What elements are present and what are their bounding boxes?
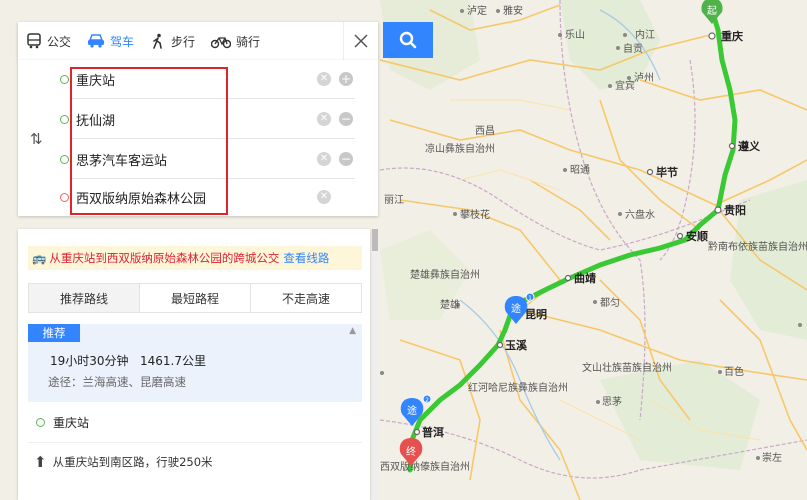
car-icon bbox=[88, 34, 105, 48]
place-label: 文山壮族苗族自治州 bbox=[582, 361, 672, 374]
city-label: 重庆 bbox=[721, 29, 743, 43]
svg-text:途: 途 bbox=[511, 302, 521, 315]
mode-label: 步行 bbox=[171, 34, 196, 49]
place-label: 思茅 bbox=[602, 396, 622, 408]
place-label: 乐山 bbox=[565, 29, 585, 41]
scrollbar-thumb[interactable] bbox=[372, 229, 378, 251]
stop-text[interactable]: 思茅汽车客运站 bbox=[70, 150, 167, 169]
city-label: 曲靖 bbox=[574, 271, 596, 285]
place-label: 雅安 bbox=[503, 4, 523, 17]
city-label: 昆明 bbox=[525, 308, 547, 321]
city-label: 普洱 bbox=[422, 425, 444, 439]
place-label: 西双版纳傣族自治州 bbox=[380, 460, 470, 473]
city-label: 毕节 bbox=[656, 165, 678, 179]
city-label: 遵义 bbox=[738, 139, 761, 153]
mode-car[interactable]: 驾车 bbox=[79, 22, 142, 60]
tab-shortest[interactable]: 最短路程 bbox=[140, 284, 251, 312]
remove-stop-icon[interactable]: − bbox=[339, 112, 353, 126]
route-result-panel: 🚌 从重庆站到西双版纳原始森林公园的跨城公交 查看线路 推荐路线 最短路程 不走… bbox=[18, 229, 370, 500]
place-label: 昭通 bbox=[570, 164, 590, 176]
recommended-badge: 推荐 bbox=[28, 324, 80, 342]
end-dot-icon bbox=[60, 192, 69, 202]
swap-icon[interactable]: ⇅ bbox=[30, 130, 43, 148]
svg-text:终: 终 bbox=[406, 445, 416, 458]
place-label: 百色 bbox=[724, 365, 744, 378]
place-label: 攀枝花 bbox=[460, 208, 490, 221]
tab-recommended[interactable]: 推荐路线 bbox=[29, 284, 140, 312]
add-stop-icon[interactable]: + bbox=[339, 72, 353, 86]
route-options-tabs: 推荐路线 最短路程 不走高速 bbox=[28, 283, 362, 313]
place-label: 自贡 bbox=[623, 42, 643, 55]
remove-stop-icon[interactable]: − bbox=[339, 152, 353, 166]
start-dot-icon bbox=[36, 417, 45, 427]
stop-text[interactable]: 抚仙湖 bbox=[70, 110, 115, 129]
stop-input-start[interactable]: 重庆站 ✕ + bbox=[60, 60, 355, 99]
place-label: 丽江 bbox=[384, 194, 404, 206]
mode-label: 驾车 bbox=[110, 34, 135, 49]
clear-icon[interactable]: ✕ bbox=[317, 112, 331, 126]
route-distance: 1461.7公里 bbox=[140, 354, 206, 368]
transport-mode-bar: 公交 驾车 步行 骑行 bbox=[18, 22, 378, 60]
route-time: 19小时30分钟 bbox=[50, 354, 129, 368]
place-label: 凉山彝族自治州 bbox=[425, 142, 495, 155]
place-label: 西昌 bbox=[475, 125, 495, 137]
walk-icon bbox=[153, 33, 162, 49]
bike-icon bbox=[211, 37, 232, 49]
place-label: 宜宾 bbox=[615, 79, 635, 92]
stop-input-via-1[interactable]: 抚仙湖 ✕ − bbox=[60, 100, 355, 139]
close-button[interactable] bbox=[343, 22, 378, 60]
stop-text[interactable]: 西双版纳原始森林公园 bbox=[70, 188, 206, 207]
mode-bike[interactable]: 骑行 bbox=[203, 22, 268, 60]
city-label: 安顺 bbox=[686, 229, 708, 243]
clear-icon[interactable]: ✕ bbox=[317, 72, 331, 86]
stop-input-via-2[interactable]: 思茅汽车客运站 ✕ − bbox=[60, 140, 355, 179]
place-label: 崇左 bbox=[762, 451, 782, 464]
bus-icon bbox=[27, 33, 41, 49]
mode-label: 公交 bbox=[47, 34, 72, 49]
step-text: 从重庆站到南区路，行驶250米 bbox=[52, 455, 213, 469]
place-label: 内江 bbox=[635, 28, 655, 41]
route-start-row[interactable]: 重庆站 bbox=[28, 402, 362, 443]
svg-text:起: 起 bbox=[707, 5, 717, 17]
via-dot-icon bbox=[60, 154, 69, 164]
svg-text:途: 途 bbox=[407, 404, 417, 417]
city-label: 贵阳 bbox=[724, 203, 746, 217]
start-label: 重庆站 bbox=[53, 415, 90, 430]
stop-input-end[interactable]: 西双版纳原始森林公园 ✕ bbox=[60, 178, 355, 216]
place-label: 六盘水 bbox=[625, 208, 655, 221]
place-label: 红河哈尼族彝族自治州 bbox=[468, 381, 568, 394]
svg-text:2: 2 bbox=[425, 397, 429, 404]
route-stops-panel: ⇅ 重庆站 ✕ + 抚仙湖 ✕ − 思茅汽车客运站 ✕ − 西双版纳原始森林公园… bbox=[18, 60, 378, 216]
place-label: 泸州 bbox=[634, 72, 654, 84]
mode-label: 骑行 bbox=[236, 34, 261, 49]
stop-text[interactable]: 重庆站 bbox=[70, 70, 115, 89]
scrollbar[interactable] bbox=[372, 229, 378, 500]
place-label: 楚雄彝族自治州 bbox=[410, 268, 480, 281]
search-button[interactable] bbox=[383, 22, 433, 58]
place-label: 都匀 bbox=[600, 297, 620, 309]
start-dot-icon bbox=[60, 74, 69, 84]
city-label: 玉溪 bbox=[505, 338, 528, 352]
clear-icon[interactable]: ✕ bbox=[317, 152, 331, 166]
tab-no-highway[interactable]: 不走高速 bbox=[251, 284, 361, 312]
route-via: 途径：兰海高速、昆磨高速 bbox=[48, 375, 186, 389]
mode-walk[interactable]: 步行 bbox=[142, 22, 203, 60]
mode-bus[interactable]: 公交 bbox=[18, 22, 79, 60]
place-label: 黔南布依族苗族自治州 bbox=[708, 240, 807, 253]
cross-city-notice: 🚌 从重庆站到西双版纳原始森林公园的跨城公交 查看线路 bbox=[28, 246, 362, 270]
place-label: 泸定 bbox=[467, 4, 487, 17]
close-icon bbox=[354, 34, 368, 48]
clear-icon[interactable]: ✕ bbox=[317, 190, 331, 204]
route-summary[interactable]: 推荐 ▲ 19小时30分钟 1461.7公里 途径：兰海高速、昆磨高速 bbox=[28, 324, 362, 402]
view-lines-link[interactable]: 查看线路 bbox=[283, 250, 329, 266]
notice-text: 从重庆站到西双版纳原始森林公园的跨城公交 bbox=[49, 251, 280, 265]
collapse-icon[interactable]: ▲ bbox=[349, 326, 356, 336]
via-dot-icon bbox=[60, 114, 69, 124]
bus-icon: 🚌 bbox=[32, 251, 47, 265]
place-label: 楚雄 bbox=[440, 298, 460, 311]
search-icon bbox=[399, 31, 417, 49]
arrow-up-icon: ⬆ bbox=[34, 453, 47, 471]
svg-text:1: 1 bbox=[528, 295, 532, 302]
route-step-row[interactable]: ⬆ 从重庆站到南区路，行驶250米 bbox=[28, 442, 362, 482]
